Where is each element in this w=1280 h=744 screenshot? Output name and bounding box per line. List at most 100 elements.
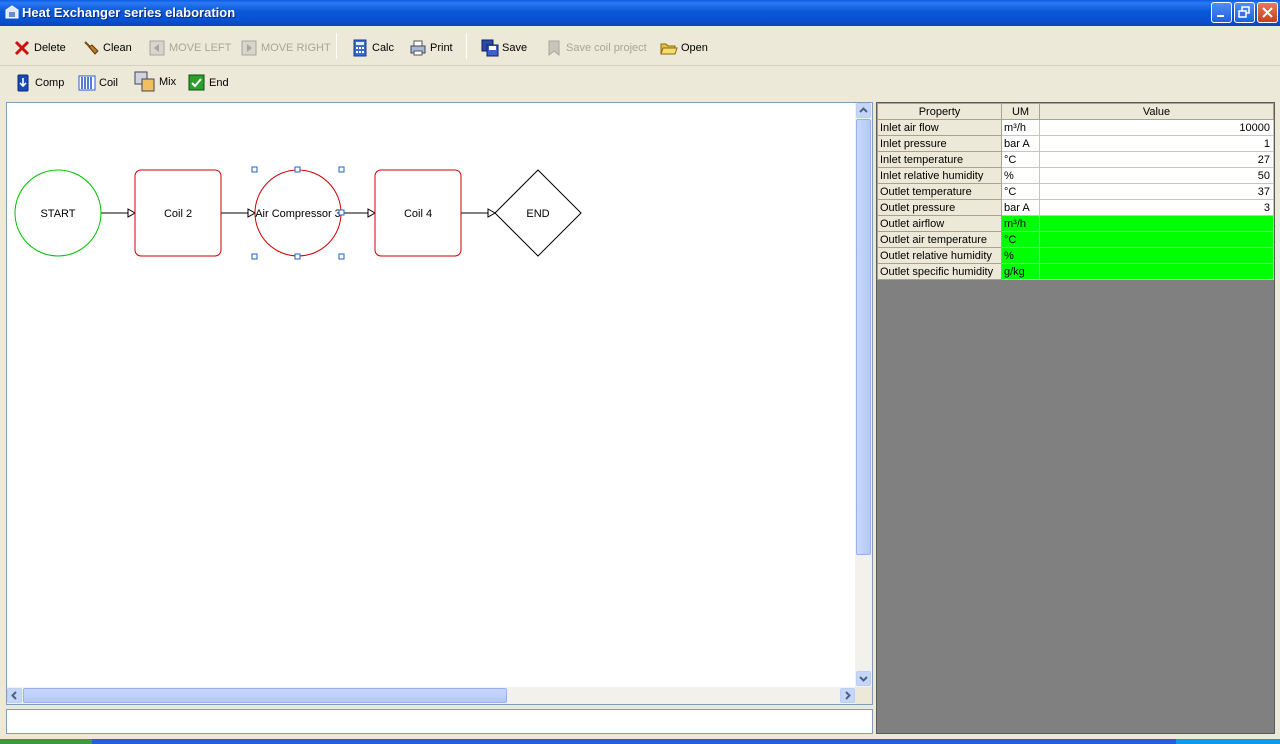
unit-cell: m³/h [1001,215,1040,232]
coil-4-label: Coil 4 [404,208,432,220]
diagram-canvas[interactable]: START Coil 2 Air Compressor 3 Coil 4 END [6,102,873,705]
value-cell[interactable]: 37 [1039,183,1274,200]
unit-cell: bar A [1001,199,1040,216]
value-cell[interactable]: 1 [1039,135,1274,152]
comp-label: Comp [35,77,65,89]
value-cell[interactable] [1039,215,1274,232]
unit-cell: bar A [1001,135,1040,152]
arrow-head [367,208,377,218]
scroll-down-button[interactable] [856,671,871,686]
coil-2-node[interactable]: Coil 2 [134,169,222,257]
value-cell[interactable] [1039,263,1274,280]
property-name-cell: Inlet temperature [877,151,1002,168]
horizontal-scroll-thumb[interactable] [23,688,507,703]
move-right-label: MOVE RIGHT [261,42,331,54]
mix-label: Mix [159,76,177,88]
property-name-cell: Outlet airflow [877,215,1002,232]
chevron-up-icon [859,107,868,113]
end-node[interactable]: END [494,169,582,257]
horizontal-scrollbar[interactable] [7,687,857,704]
start-node[interactable]: START [14,169,102,257]
save-coil-project-label: Save coil project [566,42,647,54]
minimize-button[interactable] [1211,2,1232,23]
property-row[interactable]: Outlet relative humidity% [877,247,1274,264]
open-button[interactable]: Open [660,37,708,59]
clean-label: Clean [103,42,132,54]
move-right-button[interactable]: MOVE RIGHT [240,37,331,59]
air-compressor-3-node[interactable]: Air Compressor 3 [251,166,345,260]
chevron-down-icon [859,676,868,682]
unit-cell: °C [1001,231,1040,248]
scroll-left-button[interactable] [7,688,22,703]
taskbar-strip [0,739,1280,744]
save-icon [481,39,499,57]
coil-icon [78,75,96,91]
value-cell[interactable]: 27 [1039,151,1274,168]
toolbar-separator [466,33,467,59]
property-row[interactable]: Outlet temperature °C 37 [877,183,1274,200]
property-name-cell: Inlet air flow [877,119,1002,136]
end-node-label: END [526,208,549,220]
unit-cell: m³/h [1001,119,1040,136]
move-left-button[interactable]: MOVE LEFT [148,37,231,59]
toolbar-separator [336,33,337,59]
save-coil-project-button[interactable]: Save coil project [545,37,647,59]
add-end-button[interactable]: End [188,72,229,94]
vertical-scroll-thumb[interactable] [856,119,871,555]
calculator-icon [353,39,367,57]
component-toolbar: Comp Coil Mix End [0,67,1280,99]
calc-button[interactable]: Calc [351,37,394,59]
header-property[interactable]: Property [877,103,1002,120]
coil-2-label: Coil 2 [164,208,192,220]
end-label: End [209,77,229,89]
properties-panel: Property UM Value Inlet air flow m³/h 1000… [876,102,1275,734]
chevron-left-icon [11,691,17,700]
delete-button[interactable]: Delete [13,37,66,59]
clean-button[interactable]: Clean [82,37,132,59]
scroll-right-button[interactable] [840,688,855,703]
add-coil-button[interactable]: Coil [78,72,118,94]
property-row[interactable]: Outlet pressure bar A3 [877,199,1274,216]
coil-4-node[interactable]: Coil 4 [374,169,462,257]
open-label: Open [681,42,708,54]
property-name-cell: Outlet pressure [877,199,1002,216]
coil-label: Coil [99,77,118,89]
value-cell[interactable]: 10000 [1039,119,1274,136]
value-cell[interactable]: 3 [1039,199,1274,216]
header-um[interactable]: UM [1001,103,1040,120]
property-row[interactable]: Outlet airflow m³/h [877,215,1274,232]
mix-icon [134,71,155,92]
property-row[interactable]: Inlet temperature °C 27 [877,151,1274,168]
status-field[interactable] [6,709,873,734]
add-comp-button[interactable]: Comp [14,72,64,94]
unit-cell: °C [1001,151,1040,168]
unit-cell: % [1001,167,1040,184]
add-mix-button[interactable]: Mix [134,71,176,93]
printer-icon [410,40,426,56]
calc-label: Calc [372,42,395,54]
delete-icon [14,40,30,56]
title-bar: Heat Exchanger series elaboration [0,0,1280,26]
property-row[interactable]: Outlet specific humidity g/kg [877,263,1274,280]
property-row[interactable]: Outlet air temperature °C [877,231,1274,248]
move-left-icon [149,40,165,56]
air-compressor-3-label: Air Compressor 3 [255,208,341,220]
scroll-up-button[interactable] [856,103,871,118]
save-button[interactable]: Save [481,37,527,59]
property-name-cell: Inlet pressure [877,135,1002,152]
property-row[interactable]: Inlet relative humidity% 50 [877,167,1274,184]
property-row[interactable]: Inlet pressure bar A1 [877,135,1274,152]
save-coil-project-icon [548,40,560,57]
chevron-right-icon [845,691,851,700]
print-button[interactable]: Print [409,37,453,59]
vertical-scrollbar[interactable] [855,103,872,688]
value-cell[interactable] [1039,247,1274,264]
compressor-icon [17,74,29,92]
value-cell[interactable]: 50 [1039,167,1274,184]
header-value[interactable]: Value [1039,103,1274,120]
property-row[interactable]: Inlet air flow m³/h 10000 [877,119,1274,136]
value-cell[interactable] [1039,231,1274,248]
restore-button[interactable] [1234,2,1255,23]
main-toolbar: Delete Clean MOVE LEFT MOVE RIGHT Calc P… [0,28,1280,66]
close-button[interactable] [1257,2,1278,23]
